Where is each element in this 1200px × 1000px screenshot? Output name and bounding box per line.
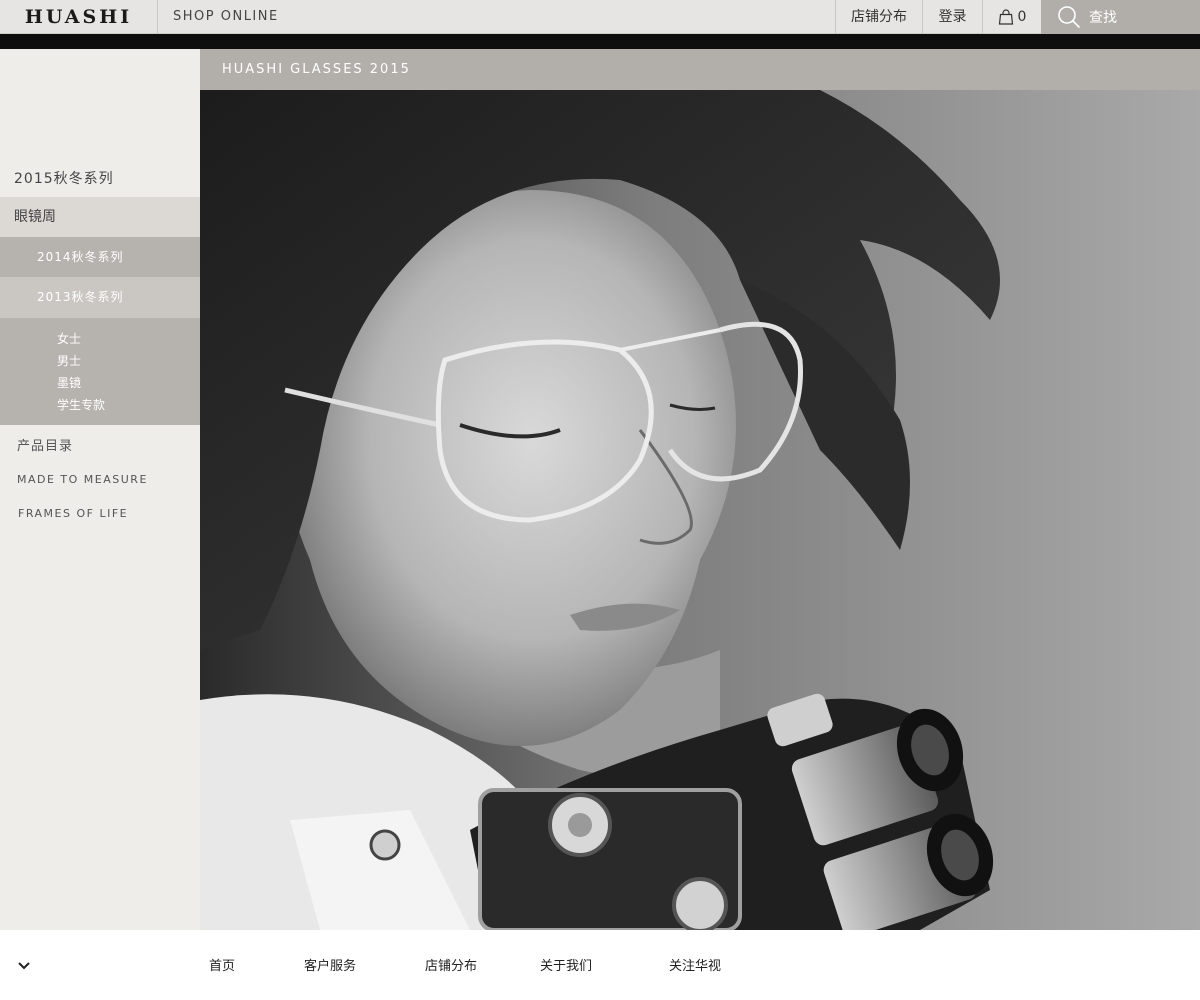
footer-link-customer-service[interactable]: 客户服务 bbox=[304, 958, 356, 976]
cart-count: 0 bbox=[1017, 9, 1027, 25]
footer-link-stores[interactable]: 店铺分布 bbox=[425, 958, 477, 976]
search-icon bbox=[1058, 6, 1081, 29]
shop-online-link[interactable]: SHOP ONLINE bbox=[173, 0, 279, 34]
hero-title: HUASHI GLASSES 2015 bbox=[200, 49, 1200, 90]
footer-link-follow[interactable]: 关注华视 bbox=[669, 958, 721, 976]
top-bar: HUASHI SHOP ONLINE 店铺分布 登录 0 查找 bbox=[0, 0, 1200, 34]
submenu-item-sunglasses[interactable]: 墨镜 bbox=[0, 372, 200, 394]
hero-photo-illustration bbox=[200, 90, 1200, 930]
header-nav: 店铺分布 登录 0 bbox=[835, 0, 1041, 34]
stores-link[interactable]: 店铺分布 bbox=[835, 0, 922, 34]
sidebar-item-made-to-measure[interactable]: MADE TO MEASURE bbox=[0, 469, 200, 491]
chevron-down-icon[interactable] bbox=[16, 958, 32, 974]
footer: 首页 客户服务 店铺分布 关于我们 关注华视 bbox=[0, 930, 1200, 1000]
sidebar-item-eyewear-week[interactable]: 眼镜周 bbox=[0, 197, 200, 237]
sidebar-item-2014-fw[interactable]: 2014秋冬系列 bbox=[0, 237, 200, 277]
footer-link-about[interactable]: 关于我们 bbox=[540, 958, 592, 976]
sidebar-item-2015-fw[interactable]: 2015秋冬系列 bbox=[0, 159, 200, 197]
submenu-item-women[interactable]: 女士 bbox=[0, 328, 200, 350]
sidebar-item-2013-fw[interactable]: 2013秋冬系列 bbox=[0, 277, 200, 318]
sidebar: 2015秋冬系列 眼镜周 2014秋冬系列 2013秋冬系列 女士 男士 墨镜 … bbox=[0, 49, 200, 930]
header-divider-bar bbox=[0, 34, 1200, 49]
search-label: 查找 bbox=[1089, 10, 1117, 26]
sidebar-submenu: 女士 男士 墨镜 学生专款 bbox=[0, 318, 200, 425]
footer-link-home[interactable]: 首页 bbox=[209, 958, 235, 976]
hero-image bbox=[200, 90, 1200, 930]
login-link[interactable]: 登录 bbox=[922, 0, 982, 34]
sidebar-item-frames-of-life[interactable]: FRAMES OF LIFE bbox=[0, 503, 200, 525]
search-button[interactable]: 查找 bbox=[1041, 0, 1200, 34]
submenu-item-students[interactable]: 学生专款 bbox=[0, 394, 200, 416]
shopping-bag-icon bbox=[998, 9, 1013, 25]
brand-logo[interactable]: HUASHI bbox=[0, 0, 158, 34]
sidebar-item-catalog[interactable]: 产品目录 bbox=[0, 436, 200, 458]
submenu-item-men[interactable]: 男士 bbox=[0, 350, 200, 372]
cart-button[interactable]: 0 bbox=[982, 0, 1041, 34]
